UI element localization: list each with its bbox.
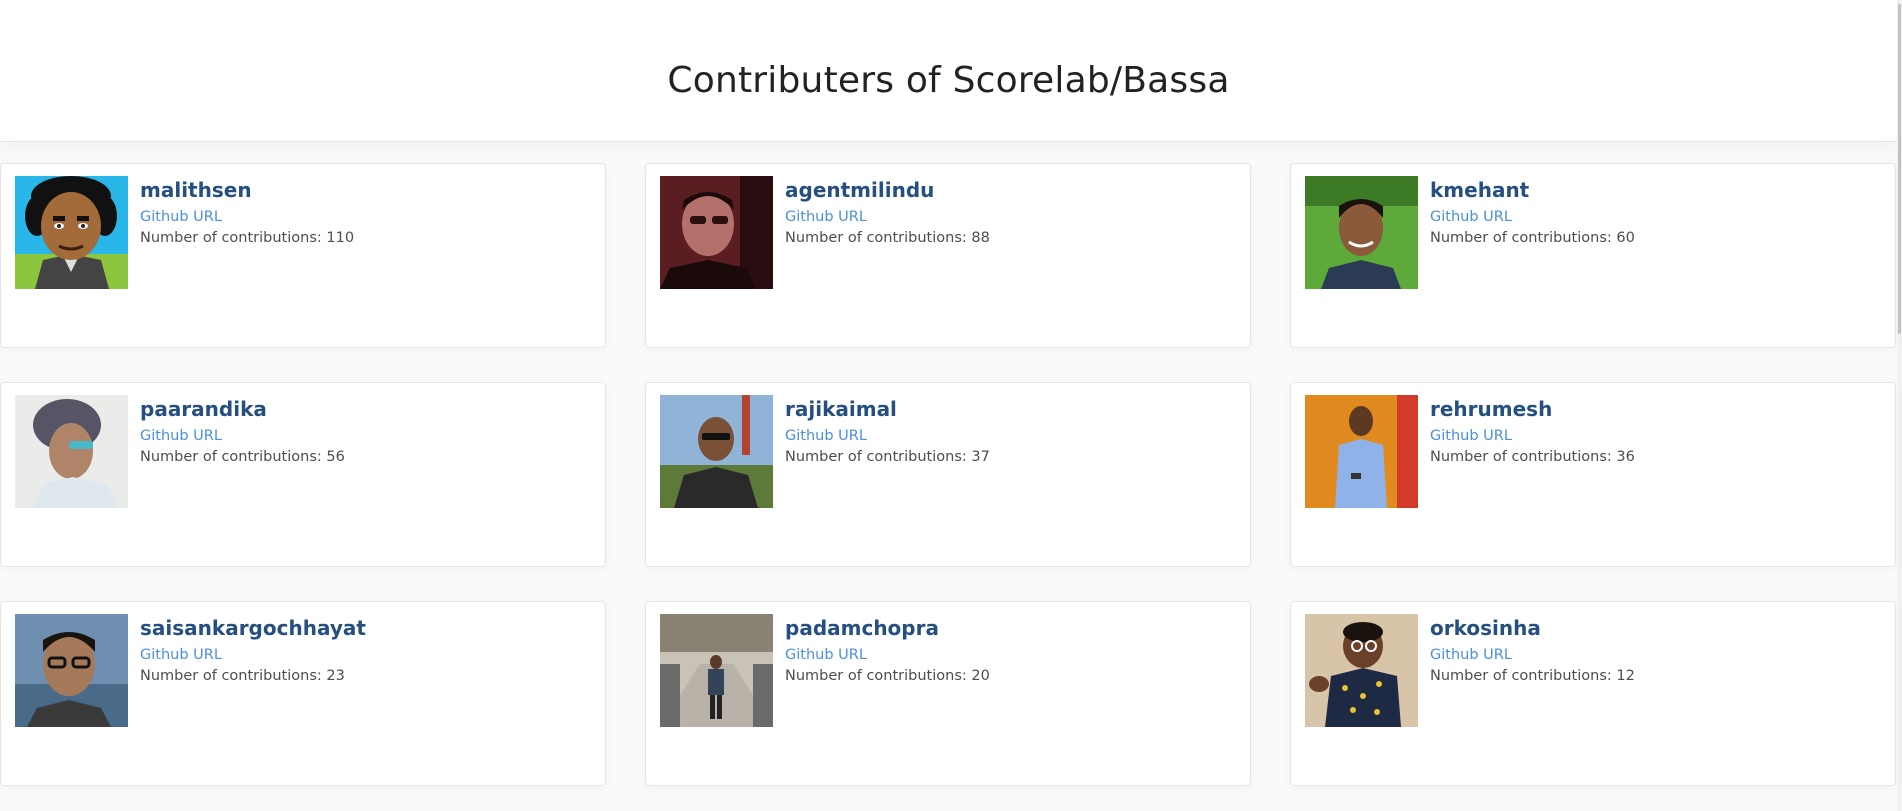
contributor-card: paarandika Github URL Number of contribu…: [0, 382, 606, 567]
contribution-count: Number of contributions: 12: [1430, 668, 1635, 684]
contributor-username[interactable]: rajikaimal: [785, 397, 1240, 421]
avatar: [660, 614, 773, 727]
avatar: [15, 176, 128, 289]
scrollbar-thumb[interactable]: [1898, 4, 1901, 334]
contributor-card: rajikaimal Github URL Number of contribu…: [645, 382, 1251, 567]
github-url-link[interactable]: Github URL: [785, 208, 1240, 226]
page-header: Contributers of Scorelab/Bassa: [0, 0, 1897, 142]
contributor-card: saisankargochhayat Github URL Number of …: [0, 601, 606, 786]
avatar: [15, 614, 128, 727]
avatar: [660, 176, 773, 289]
vertical-scrollbar[interactable]: [1897, 0, 1902, 811]
avatar: [1305, 395, 1418, 508]
github-url-link[interactable]: Github URL: [140, 646, 595, 664]
github-url-link[interactable]: Github URL: [140, 427, 595, 445]
contributor-username[interactable]: orkosinha: [1430, 616, 1885, 640]
avatar: [15, 395, 128, 508]
contributor-username[interactable]: paarandika: [140, 397, 595, 421]
contributor-card: agentmilindu Github URL Number of contri…: [645, 163, 1251, 348]
contributor-card: rehrumesh Github URL Number of contribut…: [1290, 382, 1896, 567]
contributors-grid: malithsen Github URL Number of contribut…: [0, 163, 1897, 786]
contribution-count: Number of contributions: 60: [1430, 230, 1635, 246]
contributor-card: kmehant Github URL Number of contributio…: [1290, 163, 1896, 348]
github-url-link[interactable]: Github URL: [785, 427, 1240, 445]
contributor-username[interactable]: saisankargochhayat: [140, 616, 595, 640]
github-url-link[interactable]: Github URL: [785, 646, 1240, 664]
contribution-count: Number of contributions: 88: [785, 230, 990, 246]
contributor-card: orkosinha Github URL Number of contribut…: [1290, 601, 1896, 786]
contribution-count: Number of contributions: 110: [140, 230, 355, 246]
contribution-count: Number of contributions: 23: [140, 668, 345, 684]
contribution-count: Number of contributions: 37: [785, 449, 990, 465]
avatar: [660, 395, 773, 508]
contribution-count: Number of contributions: 36: [1430, 449, 1635, 465]
contributor-username[interactable]: malithsen: [140, 178, 595, 202]
github-url-link[interactable]: Github URL: [1430, 208, 1885, 226]
contribution-count: Number of contributions: 20: [785, 668, 990, 684]
github-url-link[interactable]: Github URL: [1430, 646, 1885, 664]
github-url-link[interactable]: Github URL: [140, 208, 595, 226]
page-title: Contributers of Scorelab/Bassa: [667, 60, 1230, 101]
contributor-card: padamchopra Github URL Number of contrib…: [645, 601, 1251, 786]
contributor-username[interactable]: padamchopra: [785, 616, 1240, 640]
contributor-username[interactable]: agentmilindu: [785, 178, 1240, 202]
contributor-username[interactable]: rehrumesh: [1430, 397, 1885, 421]
contributor-username[interactable]: kmehant: [1430, 178, 1885, 202]
contribution-count: Number of contributions: 56: [140, 449, 345, 465]
github-url-link[interactable]: Github URL: [1430, 427, 1885, 445]
avatar: [1305, 614, 1418, 727]
avatar: [1305, 176, 1418, 289]
contributor-card: malithsen Github URL Number of contribut…: [0, 163, 606, 348]
